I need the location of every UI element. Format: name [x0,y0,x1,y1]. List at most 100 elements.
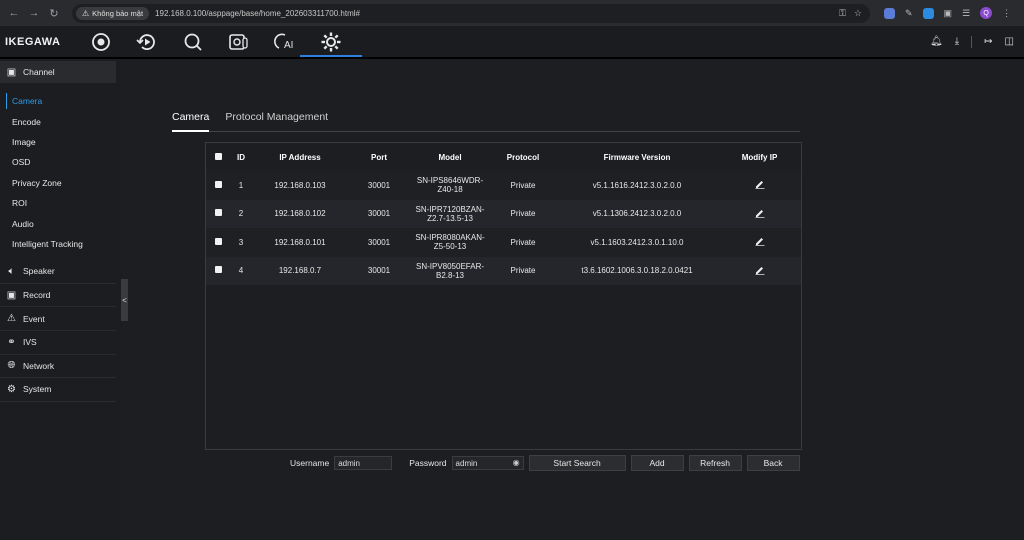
channel-icon: ▣ [6,66,17,78]
sidebar-item-network[interactable]: 🌐︎ Network [0,355,116,379]
address-bar[interactable]: ⚠ Không bảo mật 192.168.0.100/asppage/ba… [72,3,870,23]
extension-icon[interactable] [884,7,895,19]
sidebar-item-label: Network [23,360,55,371]
sidebar: ▣ Channel Camera Encode Image OSD Privac… [0,61,121,540]
table-row[interactable]: 4 192.168.0.7 30001 SN-IPV8050EFAR- B2.8-… [206,256,801,285]
cell-model: SN-IPS8646WDR- Z40-18 [410,171,490,200]
record-icon: ▣ [6,289,17,301]
edit-icon[interactable] [755,208,765,220]
tab-search-icon[interactable]: ☰ [962,8,970,19]
add-button[interactable]: Add [630,455,684,471]
search-icon[interactable] [170,28,216,56]
sidebar-group-label: Channel [23,67,55,77]
model-line: B2.8-13 [435,270,465,280]
svg-text:AI: AI [284,40,293,51]
back-arrow-icon[interactable]: ← [6,5,22,21]
search-controls: Username admin Password admin ◉ Start Se… [290,455,800,471]
row-checkbox[interactable] [214,180,222,188]
username-field[interactable]: admin [334,456,393,470]
sidebar-item-event[interactable]: ⚠ Event [0,307,116,331]
sidebar-item-encode[interactable]: Encode [0,111,121,131]
refresh-button[interactable]: Refresh [688,455,742,471]
puzzle-icon[interactable]: ▣ [944,8,953,19]
cell-modify-ip [718,171,801,200]
cell-model: SN-IPV8050EFAR- B2.8-13 [410,256,490,285]
column-header-modify-ip: Modify IP [741,152,778,162]
cell-model: SN-IPR7120BZAN- Z2.7-13.5-13 [410,199,490,228]
sidebar-item-system[interactable]: ⚙ System [0,378,116,402]
sidebar-item-intelligent-tracking[interactable]: Intelligent Tracking [0,234,121,254]
tab-bar: Camera Protocol Management [172,111,800,132]
settings-icon[interactable] [300,28,362,57]
select-all-checkbox-cell[interactable] [206,143,230,171]
row-checkbox[interactable] [214,237,222,245]
table-row[interactable]: 1 192.168.0.103 30001 SN-IPS8646WDR- Z40-… [206,171,801,200]
ivs-icon: ⚭ [7,336,16,348]
row-checkbox[interactable] [214,266,222,274]
cell-port: 30001 [348,171,410,200]
alarm-bell-icon[interactable]: 🔔︎ [930,36,943,47]
cell-protocol: Private [490,199,556,228]
key-icon[interactable]: ⚿ [839,8,846,19]
logout-icon[interactable]: ↦ [984,36,992,47]
playback-icon[interactable] [124,28,170,56]
cell-ip: 192.168.0.101 [252,228,348,257]
back-button[interactable]: Back [746,455,800,471]
warning-icon: ⚠ [82,8,90,18]
start-search-button[interactable]: Start Search [528,455,626,471]
tab-protocol-management[interactable]: Protocol Management [225,111,344,131]
password-value: admin [455,458,478,468]
table-row[interactable]: 3 192.168.0.101 30001 SN-IPR8080AKAN- Z5-… [206,228,801,257]
reload-icon[interactable]: ↻ [46,5,62,21]
live-view-icon[interactable] [78,28,124,56]
sidebar-group-channel[interactable]: ▣ Channel [0,61,116,83]
download-icon[interactable]: ⤓ [955,36,959,47]
extension-blue-icon[interactable] [922,7,934,19]
sidebar-item-record[interactable]: ▣ Record [0,284,116,308]
password-field[interactable]: admin ◉ [451,456,524,470]
select-all-checkbox[interactable] [214,152,222,160]
bookmark-star-icon[interactable]: ☆ [854,8,862,19]
cell-ip: 192.168.0.103 [252,171,348,200]
kebab-menu-icon[interactable]: ⋮ [1002,8,1011,19]
edit-icon[interactable] [755,179,765,191]
sidebar-item-ivs[interactable]: ⚭ IVS [0,331,116,355]
sidebar-item-speaker[interactable]: 🔈︎ Speaker [0,260,116,284]
row-checkbox[interactable] [214,209,222,217]
main-content: Camera Protocol Management ID IP Address… [128,61,1024,540]
url-text[interactable]: 192.168.0.100/asppage/base/home_20260331… [155,9,360,18]
user-file-icon[interactable]: ◫ [1005,36,1014,47]
password-label: Password [409,458,447,468]
sidebar-collapse-handle[interactable]: < [121,279,128,321]
cell-protocol: Private [490,256,556,285]
pen-extension-icon[interactable]: ✎ [905,8,913,19]
sidebar-item-roi[interactable]: ROI [0,193,121,213]
edit-icon[interactable] [755,265,765,277]
cell-port: 30001 [348,199,410,228]
thermal-icon[interactable] [216,28,262,56]
security-chip[interactable]: ⚠ Không bảo mật [76,6,150,20]
eye-icon[interactable]: ◉ [513,458,520,467]
sidebar-item-audio[interactable]: Audio [0,213,121,233]
model-line: Z40-18 [437,185,463,195]
column-header-port: Port [371,152,387,162]
sidebar-item-label: Record [23,290,51,301]
cell-id: 2 [230,199,252,228]
event-icon: ⚠ [7,313,16,325]
cell-firmware: t3.6.1602.1006.3.0.18.2.0.0421 [556,256,718,285]
ai-icon[interactable]: AI [262,28,308,56]
forward-arrow-icon[interactable]: → [26,5,42,21]
model-line: SN-IPS8646WDR- [416,176,484,186]
profile-avatar[interactable]: Q [980,7,993,19]
sidebar-item-privacy-zone[interactable]: Privacy Zone [0,173,121,193]
table-row[interactable]: 2 192.168.0.102 30001 SN-IPR7120BZAN- Z2.… [206,199,801,228]
edit-icon[interactable] [755,236,765,248]
column-header-id: ID [237,152,245,162]
cell-ip: 192.168.0.102 [252,199,348,228]
sidebar-item-camera[interactable]: Camera [0,91,121,111]
column-header-protocol: Protocol [506,152,540,162]
sidebar-item-image[interactable]: Image [0,132,121,152]
sidebar-item-osd[interactable]: OSD [0,152,121,172]
tab-camera[interactable]: Camera [172,111,225,132]
cell-firmware: v5.1.1603.2412.3.0.1.10.0 [556,228,718,257]
